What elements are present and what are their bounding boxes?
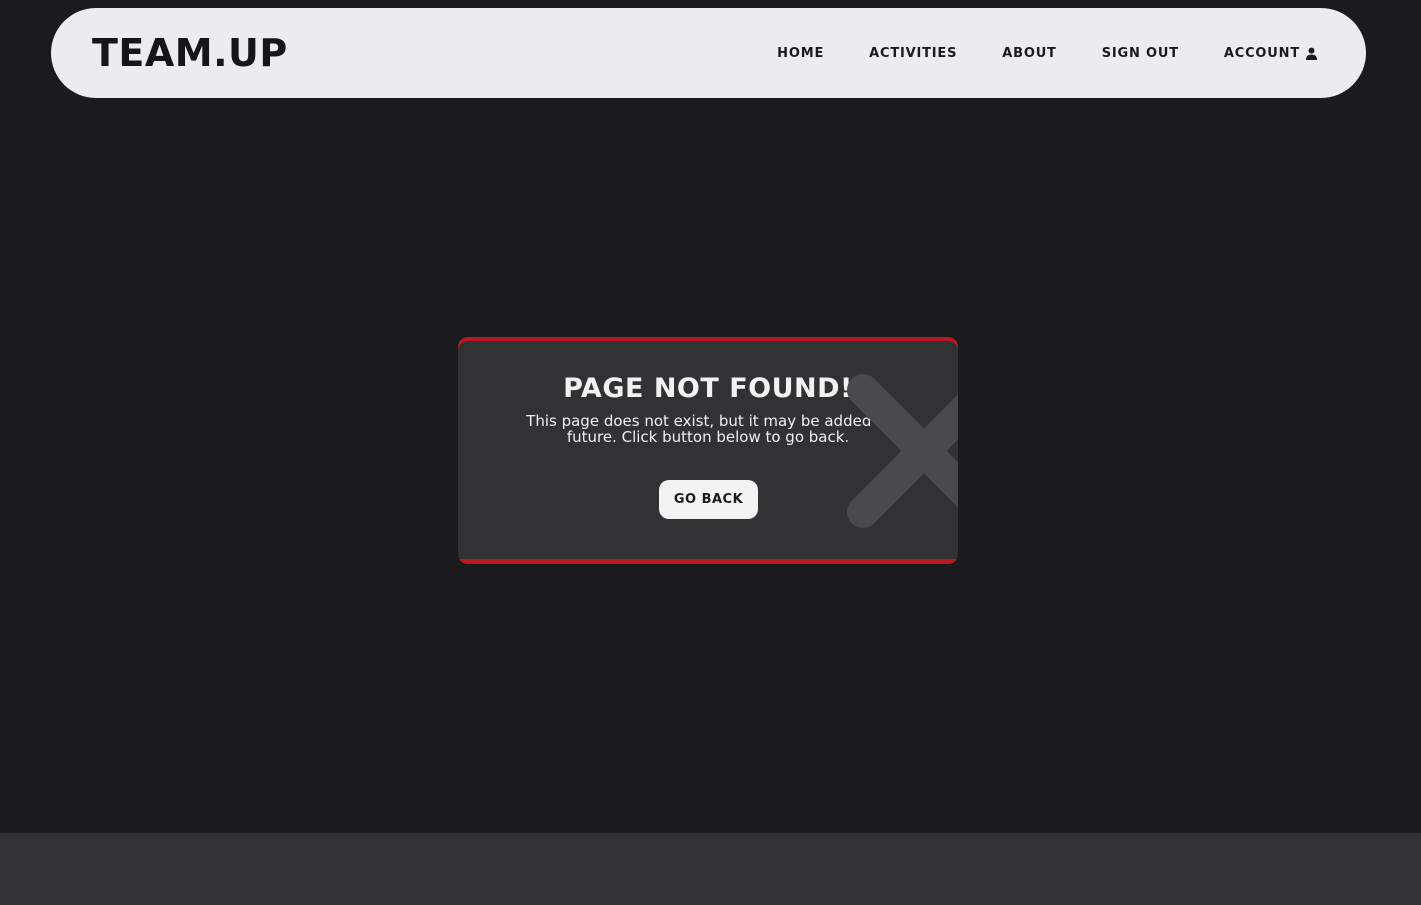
page: TEAM.UP HOME ACTIVITIES ABOUT SIGN OUT A… <box>0 0 1421 905</box>
card-accent-bar <box>458 559 958 564</box>
nav-account[interactable]: ACCOUNT <box>1224 46 1318 61</box>
nav-activities[interactable]: ACTIVITIES <box>869 46 957 61</box>
nav-about[interactable]: ABOUT <box>1002 46 1056 61</box>
footer <box>0 833 1421 905</box>
nav-links: HOME ACTIVITIES ABOUT SIGN OUT ACCOUNT <box>777 46 1318 61</box>
error-message: This page does not exist, but it may be … <box>526 412 890 446</box>
error-title: PAGE NOT FOUND! <box>563 373 853 404</box>
nav-home[interactable]: HOME <box>777 46 824 61</box>
logo[interactable]: TEAM.UP <box>92 31 288 75</box>
navbar: TEAM.UP HOME ACTIVITIES ABOUT SIGN OUT A… <box>51 8 1366 98</box>
error-card: PAGE NOT FOUND! This page does not exist… <box>458 337 958 564</box>
nav-account-label: ACCOUNT <box>1223 45 1300 61</box>
user-icon <box>1306 47 1317 60</box>
go-back-button[interactable]: GO BACK <box>659 480 758 519</box>
nav-sign-out[interactable]: SIGN OUT <box>1102 46 1179 61</box>
